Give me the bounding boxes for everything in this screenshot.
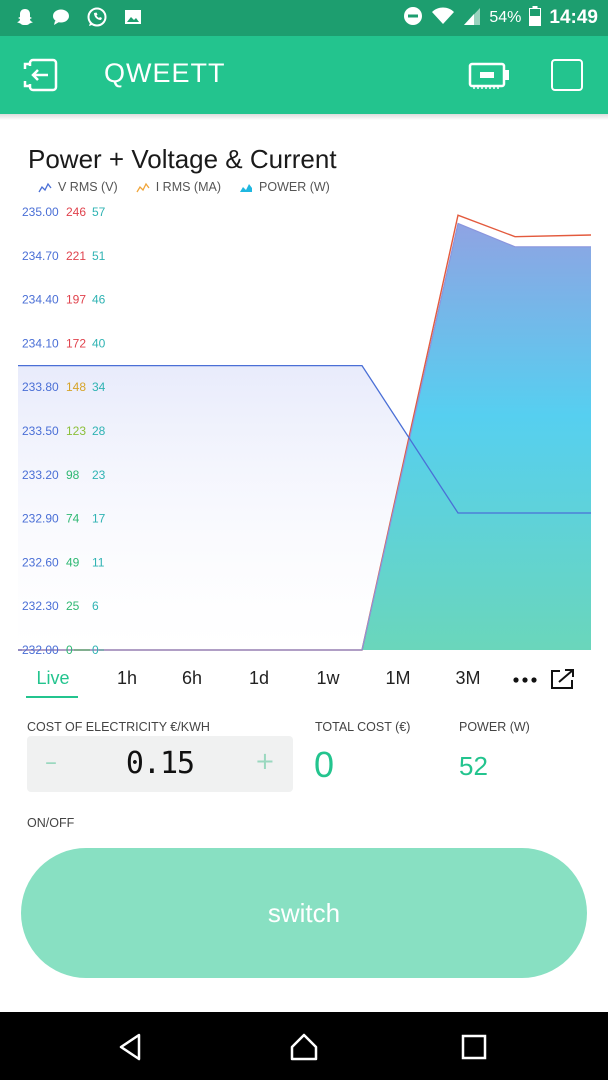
whatsapp-icon [86,6,108,28]
legend-item-power: POWER (W) [239,180,330,194]
power-tick-label: 28 [92,424,106,438]
power-tick-label: 11 [92,555,105,569]
app-screen: 54% 14:49 QWEETT Power + Voltage & Curre… [0,0,608,1080]
vrms-tick-label: 232.00 [22,643,59,657]
power-tick-label: 17 [92,512,106,526]
snapchat-icon [14,6,36,28]
legend-item-vrms: V RMS (V) [38,180,118,194]
power-tick-label: 46 [92,293,106,307]
power-tick-label: 51 [92,249,106,263]
vrms-tick-label: 234.10 [22,336,59,350]
battery-percent: 54% [489,9,522,26]
time-range-tabs: Live 1h 6h 1d 1w 1M 3M [22,662,582,702]
gallery-icon [122,6,144,28]
total-cost-label: TOTAL COST (€) [315,720,411,734]
switch-button[interactable]: switch [21,848,587,978]
app-bar: QWEETT [0,36,608,114]
vrms-tick-label: 233.20 [22,468,59,482]
cost-value: 0.15 [125,746,195,781]
cost-stepper: – 0.15 + [27,736,293,792]
power-label: POWER (W) [459,720,530,734]
power-tick-label: 40 [92,336,106,350]
chart-title: Power + Voltage & Current [28,144,337,174]
irms-tick-label: 25 [66,599,80,613]
irms-tick-label: 246 [66,205,86,219]
app-title: QWEETT [104,58,226,88]
irms-tick-label: 123 [66,424,86,438]
do-not-disturb-icon [403,6,423,31]
power-tick-label: 6 [92,599,99,613]
irms-tick-label: 49 [66,555,80,569]
power-tick-label: 0 [92,643,99,657]
system-indicators: 54% 14:49 [403,0,598,36]
area-chart-icon [240,184,253,192]
battery-icon [529,5,542,31]
vrms-tick-label: 234.40 [22,293,59,307]
irms-tick-label: 221 [66,249,86,263]
vrms-tick-label: 233.80 [22,380,59,394]
status-bar: 54% 14:49 [0,0,608,36]
irms-tick-label: 172 [66,336,86,350]
dashboard: Power + Voltage & Current V RMS (V) I RM… [0,114,608,1012]
clock: 14:49 [549,7,598,28]
power-tick-label: 57 [92,205,106,219]
power-tick-label: 23 [92,468,106,482]
legend-label: V RMS (V) [58,180,118,194]
line-chart-icon [136,182,150,193]
wifi-icon [431,6,455,31]
square-icon[interactable] [551,59,583,91]
tab-3m[interactable]: 3M [443,668,493,689]
back-icon[interactable] [116,1032,146,1062]
legend-label: I RMS (MA) [155,180,222,194]
irms-tick-label: 197 [66,293,86,307]
line-chart-icon [38,182,52,193]
tab-1w[interactable]: 1w [303,668,353,689]
tab-6h[interactable]: 6h [167,668,217,689]
exit-icon[interactable] [22,56,60,94]
vrms-tick-label: 232.30 [22,599,59,613]
vrms-tick-label: 232.90 [22,512,59,526]
vrms-tick-label: 233.50 [22,424,59,438]
navigation-bar [0,1012,608,1080]
tab-1m[interactable]: 1M [373,668,423,689]
increment-button[interactable]: + [255,747,275,775]
more-icon[interactable] [512,676,538,684]
app-bar-shadow [0,114,608,120]
tab-live[interactable]: Live [28,668,78,689]
chat-icon [50,6,72,28]
total-cost-value: 0 [314,744,335,785]
power-chart[interactable]: 235.00 246 57 234.70 221 51 234.40 197 46 234.10 1… [0,198,608,658]
legend-label: POWER (W) [259,180,330,194]
home-icon[interactable] [289,1032,319,1062]
vrms-tick-label: 232.60 [22,555,59,569]
power-value: 52 [459,751,488,781]
power-tick-label: 34 [92,380,106,394]
fullscreen-icon[interactable] [550,668,576,690]
vrms-tick-label: 235.00 [22,205,59,219]
device-icon[interactable] [468,60,512,90]
tab-1h[interactable]: 1h [102,668,152,689]
signal-icon [463,6,481,31]
irms-tick-label: 148 [66,380,86,394]
irms-tick-label: 74 [66,512,80,526]
recents-icon[interactable] [459,1032,489,1062]
active-tab-indicator [26,696,78,698]
irms-tick-label: 0 [66,643,73,657]
chart-legend: V RMS (V) I RMS (MA) POWER (W) [38,180,330,194]
tab-1d[interactable]: 1d [234,668,284,689]
onoff-label: ON/OFF [27,816,75,830]
notification-icons [14,6,144,28]
legend-item-irms: I RMS (MA) [136,180,221,194]
irms-tick-label: 98 [66,468,80,482]
vrms-tick-label: 234.70 [22,249,59,263]
cost-label: COST OF ELECTRICITY €/KWH [27,720,210,734]
